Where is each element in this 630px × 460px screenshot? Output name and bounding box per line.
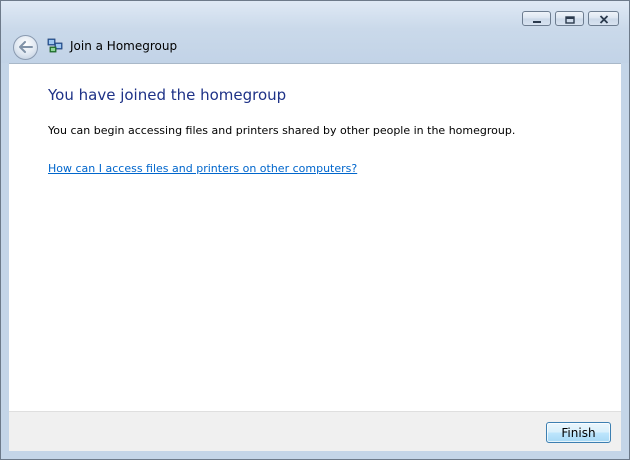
description-text: You can begin accessing files and printe… xyxy=(48,124,516,137)
caption-buttons xyxy=(522,11,619,26)
content-pane: You have joined the homegroup You can be… xyxy=(9,63,621,411)
window-frame-left xyxy=(1,63,9,459)
window-title: Join a Homegroup xyxy=(70,39,178,53)
window-frame-right xyxy=(621,63,629,459)
homegroup-icon xyxy=(47,38,63,54)
button-bar: Finish xyxy=(9,411,621,451)
back-arrow-icon xyxy=(18,38,33,57)
close-button[interactable] xyxy=(588,11,619,26)
window-frame-bottom xyxy=(1,451,629,459)
minimize-icon xyxy=(532,9,542,28)
page-heading: You have joined the homegroup xyxy=(48,86,287,104)
minimize-button[interactable] xyxy=(522,11,551,26)
back-button[interactable] xyxy=(13,35,38,60)
finish-button[interactable]: Finish xyxy=(546,422,611,443)
maximize-button[interactable] xyxy=(555,11,584,26)
maximize-icon xyxy=(564,9,575,28)
help-link[interactable]: How can I access files and printers on o… xyxy=(48,162,357,175)
close-icon xyxy=(599,9,609,28)
join-homegroup-window: Join a Homegroup You have joined the hom… xyxy=(0,0,630,460)
